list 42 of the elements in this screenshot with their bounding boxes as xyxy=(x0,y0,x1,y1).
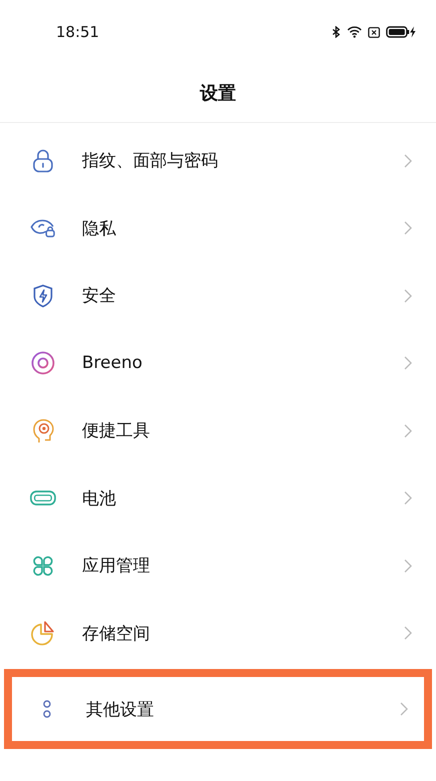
battery-charging-icon xyxy=(386,26,416,38)
settings-label: 便捷工具 xyxy=(82,420,151,442)
settings-label: 存储空间 xyxy=(82,622,151,645)
chevron-right-icon xyxy=(404,356,412,370)
battery-icon xyxy=(30,490,56,506)
eye-lock-icon xyxy=(30,218,56,238)
settings-label: 安全 xyxy=(82,285,117,308)
bluetooth-icon xyxy=(332,26,341,38)
settings-label: 应用管理 xyxy=(82,555,151,578)
ring-icon xyxy=(31,351,55,376)
shield-lightning-icon xyxy=(32,284,54,308)
chevron-right-icon xyxy=(404,558,412,573)
four-petal-icon xyxy=(31,554,55,578)
status-time: 18:51 xyxy=(56,23,100,41)
two-dots-icon xyxy=(42,699,52,719)
settings-label: 指纹、面部与密码 xyxy=(82,150,219,172)
no-sim-icon xyxy=(368,26,380,38)
settings-label: Breeno xyxy=(82,353,144,374)
head-target-icon xyxy=(32,418,54,444)
pie-chart-icon xyxy=(30,620,56,646)
settings-row[interactable]: 安全 xyxy=(0,262,436,330)
settings-row[interactable]: Breeno xyxy=(0,330,436,397)
chevron-right-icon xyxy=(404,424,412,438)
settings-label: 其他设置 xyxy=(86,698,155,720)
settings-row[interactable]: 便捷工具 xyxy=(0,397,436,464)
settings-label: 电池 xyxy=(82,488,117,510)
settings-label: 隐私 xyxy=(82,218,117,240)
chevron-right-icon xyxy=(404,626,412,640)
settings-row[interactable]: 应用管理 xyxy=(0,532,436,600)
settings-row[interactable]: 隐私 xyxy=(0,194,436,262)
settings-row[interactable]: 电池 xyxy=(0,464,436,532)
wifi-icon xyxy=(347,26,362,38)
chevron-right-icon xyxy=(400,702,408,716)
chevron-right-icon xyxy=(404,221,412,236)
page-title: 设置 xyxy=(200,82,236,105)
highlighted-settings-row[interactable]: 其他设置 xyxy=(4,669,432,749)
lock-icon xyxy=(32,148,54,173)
settings-row[interactable]: 存储空间 xyxy=(0,600,436,667)
chevron-right-icon xyxy=(404,154,412,168)
chevron-right-icon xyxy=(404,288,412,303)
settings-row[interactable]: 指纹、面部与密码 xyxy=(0,127,436,194)
chevron-right-icon xyxy=(404,491,412,506)
